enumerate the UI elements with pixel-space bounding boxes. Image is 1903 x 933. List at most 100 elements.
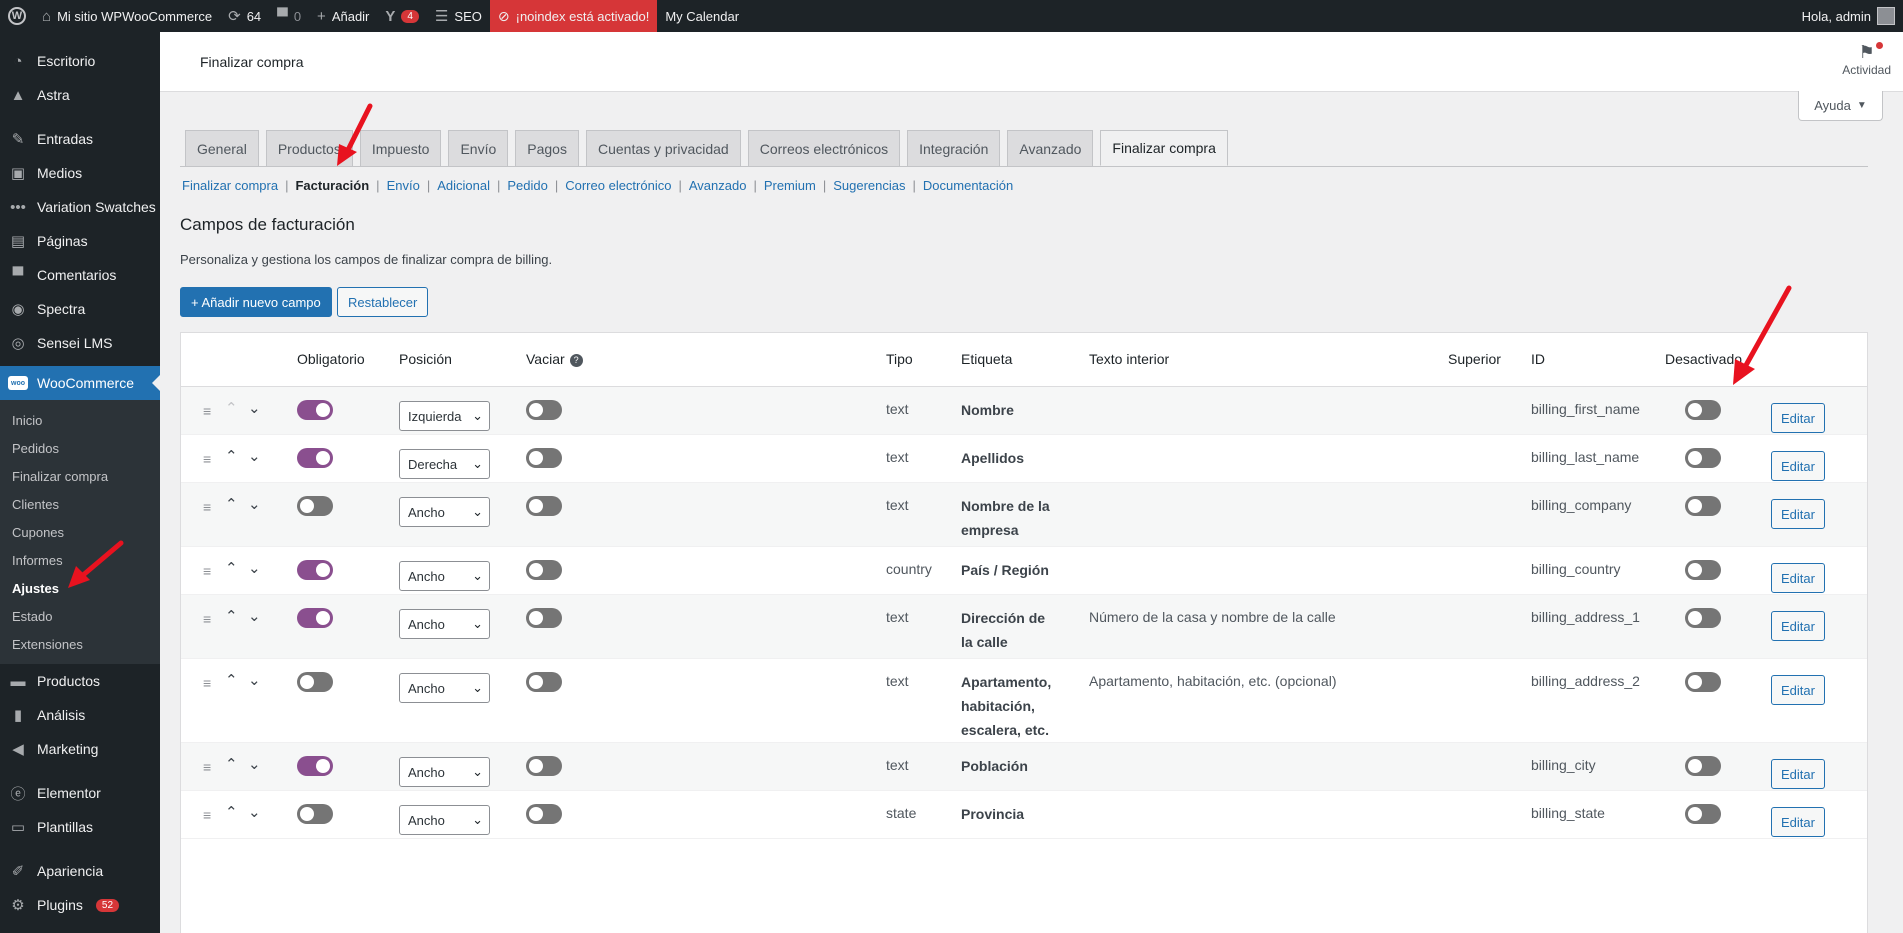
yoast-link[interactable]: Y4	[377, 0, 427, 32]
subnav-pedido[interactable]: Pedido	[507, 178, 547, 193]
move-up-icon[interactable]: ⌃	[225, 447, 238, 465]
required-toggle[interactable]	[297, 496, 333, 516]
calendar-link[interactable]: My Calendar	[657, 0, 747, 32]
disabled-toggle[interactable]	[1685, 608, 1721, 628]
position-select[interactable]: Ancho ⌄	[399, 497, 490, 527]
sidebar-item-paginas[interactable]: ▤ Páginas	[0, 224, 160, 258]
sidebar-item-elementor[interactable]: ⓔ Elementor	[0, 776, 160, 810]
position-select[interactable]: Derecha ⌄	[399, 449, 490, 479]
noindex-warning[interactable]: ⊘ ¡noindex está activado!	[489, 0, 658, 32]
disabled-toggle[interactable]	[1685, 672, 1721, 692]
subnav-avanzado[interactable]: Avanzado	[689, 178, 747, 193]
move-down-icon[interactable]: ⌄	[248, 755, 261, 773]
seo-link[interactable]: ☰ SEO	[427, 0, 490, 32]
sidebar-item-sensei-lms[interactable]: ◎ Sensei LMS	[0, 326, 160, 360]
updates-link[interactable]: ⟳ 64	[220, 0, 269, 32]
sidebar-item-analisis[interactable]: ▮ Análisis	[0, 698, 160, 732]
edit-button[interactable]: Editar	[1771, 807, 1825, 837]
clear-toggle[interactable]	[526, 608, 562, 628]
sidebar-item-comentarios[interactable]: ▀ Comentarios	[0, 258, 160, 292]
required-toggle[interactable]	[297, 672, 333, 692]
move-up-icon[interactable]: ⌃	[225, 495, 238, 513]
position-select[interactable]: Ancho ⌄	[399, 609, 490, 639]
required-toggle[interactable]	[297, 804, 333, 824]
position-select[interactable]: Izquierda ⌄	[399, 401, 490, 431]
sidebar-item-marketing[interactable]: ◀ Marketing	[0, 732, 160, 766]
comments-link[interactable]: ▀ 0	[269, 0, 309, 32]
subnav-finalizar-compra[interactable]: Finalizar compra	[182, 178, 278, 193]
tab-general[interactable]: General	[185, 130, 259, 166]
sidebar-item-variation-swatches[interactable]: ••• Variation Swatches	[0, 190, 160, 224]
tab-pagos[interactable]: Pagos	[515, 130, 579, 166]
sidebar-item-spectra[interactable]: ◉ Spectra	[0, 292, 160, 326]
help-button[interactable]: Ayuda ▼	[1798, 91, 1883, 121]
add-field-button[interactable]: + Añadir nuevo campo	[180, 287, 332, 317]
submenu-item-pedidos[interactable]: Pedidos	[0, 434, 160, 462]
sidebar-item-entradas[interactable]: ✎ Entradas	[0, 122, 160, 156]
move-up-icon[interactable]: ⌃	[225, 559, 238, 577]
disabled-toggle[interactable]	[1685, 560, 1721, 580]
required-toggle[interactable]	[297, 400, 333, 420]
move-down-icon[interactable]: ⌄	[248, 447, 261, 465]
subnav-premium[interactable]: Premium	[764, 178, 816, 193]
drag-handle-icon[interactable]: ≡	[203, 451, 211, 467]
move-up-icon[interactable]: ⌃	[225, 399, 238, 417]
tab-finalizar-compra[interactable]: Finalizar compra	[1100, 130, 1228, 166]
drag-handle-icon[interactable]: ≡	[203, 563, 211, 579]
submenu-item-inicio[interactable]: Inicio	[0, 406, 160, 434]
edit-button[interactable]: Editar	[1771, 499, 1825, 529]
sidebar-item-plantillas[interactable]: ▭ Plantillas	[0, 810, 160, 844]
edit-button[interactable]: Editar	[1771, 563, 1825, 593]
site-name-link[interactable]: ⌂ Mi sitio WPWooCommerce	[34, 0, 220, 32]
sidebar-item-apariencia[interactable]: ✐ Apariencia	[0, 854, 160, 888]
clear-toggle[interactable]	[526, 804, 562, 824]
move-down-icon[interactable]: ⌄	[248, 399, 261, 417]
activity-button[interactable]: ⚑ Actividad	[1842, 42, 1891, 77]
sidebar-item-medios[interactable]: ▣ Medios	[0, 156, 160, 190]
sidebar-item-escritorio[interactable]: ◔ Escritorio	[0, 44, 160, 78]
edit-button[interactable]: Editar	[1771, 675, 1825, 705]
clear-toggle[interactable]	[526, 560, 562, 580]
move-down-icon[interactable]: ⌄	[248, 495, 261, 513]
clear-toggle[interactable]	[526, 672, 562, 692]
submenu-item-extensiones[interactable]: Extensiones	[0, 630, 160, 658]
wp-logo-button[interactable]: W	[0, 0, 34, 32]
clear-toggle[interactable]	[526, 400, 562, 420]
drag-handle-icon[interactable]: ≡	[203, 611, 211, 627]
drag-handle-icon[interactable]: ≡	[203, 675, 211, 691]
disabled-toggle[interactable]	[1685, 448, 1721, 468]
tab-impuesto[interactable]: Impuesto	[359, 130, 442, 166]
drag-handle-icon[interactable]: ≡	[203, 759, 211, 775]
move-up-icon[interactable]: ⌃	[225, 803, 238, 821]
submenu-item-finalizar-compra[interactable]: Finalizar compra	[0, 462, 160, 490]
required-toggle[interactable]	[297, 448, 333, 468]
required-toggle[interactable]	[297, 560, 333, 580]
help-icon[interactable]: ?	[569, 354, 583, 367]
position-select[interactable]: Ancho ⌄	[399, 757, 490, 787]
required-toggle[interactable]	[297, 608, 333, 628]
tab-productos[interactable]: Productos	[265, 130, 353, 166]
edit-button[interactable]: Editar	[1771, 451, 1825, 481]
disabled-toggle[interactable]	[1685, 400, 1721, 420]
position-select[interactable]: Ancho ⌄	[399, 561, 490, 591]
tab-envio[interactable]: Envío	[448, 130, 509, 166]
move-up-icon[interactable]: ⌃	[225, 607, 238, 625]
add-new-link[interactable]: + Añadir	[309, 0, 377, 32]
subnav-documentacion[interactable]: Documentación	[923, 178, 1013, 193]
sidebar-item-woocommerce[interactable]: woo WooCommerce	[0, 366, 160, 400]
submenu-item-informes[interactable]: Informes	[0, 546, 160, 574]
move-down-icon[interactable]: ⌄	[248, 671, 261, 689]
position-select[interactable]: Ancho ⌄	[399, 805, 490, 835]
move-down-icon[interactable]: ⌄	[248, 607, 261, 625]
disabled-toggle[interactable]	[1685, 496, 1721, 516]
move-up-icon[interactable]: ⌃	[225, 755, 238, 773]
subnav-correo-electronico[interactable]: Correo electrónico	[565, 178, 671, 193]
clear-toggle[interactable]	[526, 448, 562, 468]
move-down-icon[interactable]: ⌄	[248, 559, 261, 577]
submenu-item-ajustes[interactable]: Ajustes	[0, 574, 160, 602]
move-down-icon[interactable]: ⌄	[248, 803, 261, 821]
edit-button[interactable]: Editar	[1771, 759, 1825, 789]
drag-handle-icon[interactable]: ≡	[203, 807, 211, 823]
sidebar-item-plugins[interactable]: ⚙ Plugins 52	[0, 888, 160, 922]
sidebar-item-astra[interactable]: ▲ Astra	[0, 78, 160, 112]
